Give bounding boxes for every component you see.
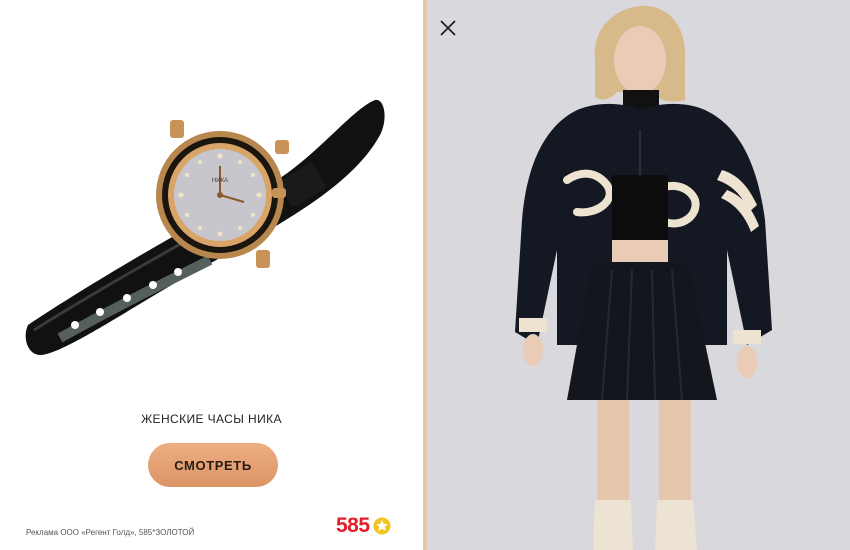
brand-text: 585 (336, 514, 370, 537)
close-button[interactable] (436, 16, 460, 40)
model-photo[interactable] (427, 0, 850, 550)
view-button[interactable]: СМОТРЕТЬ (148, 443, 278, 487)
star-icon (372, 517, 391, 535)
brand-logo[interactable]: 585 (336, 514, 391, 538)
product-title: ЖЕНСКИЕ ЧАСЫ НИКА (141, 412, 282, 426)
photo-panel (427, 0, 850, 550)
ad-disclaimer: Реклама ООО «Регент Голд», 585*ЗОЛОТОЙ (26, 528, 195, 537)
watch-image[interactable]: НИКА (20, 80, 400, 370)
watch-dial-brand: НИКА (212, 178, 228, 184)
ad-panel: НИКА ЖЕНСКИЕ ЧАСЫ НИКА СМОТРЕТЬ Реклама … (0, 0, 423, 550)
close-icon (440, 20, 456, 36)
